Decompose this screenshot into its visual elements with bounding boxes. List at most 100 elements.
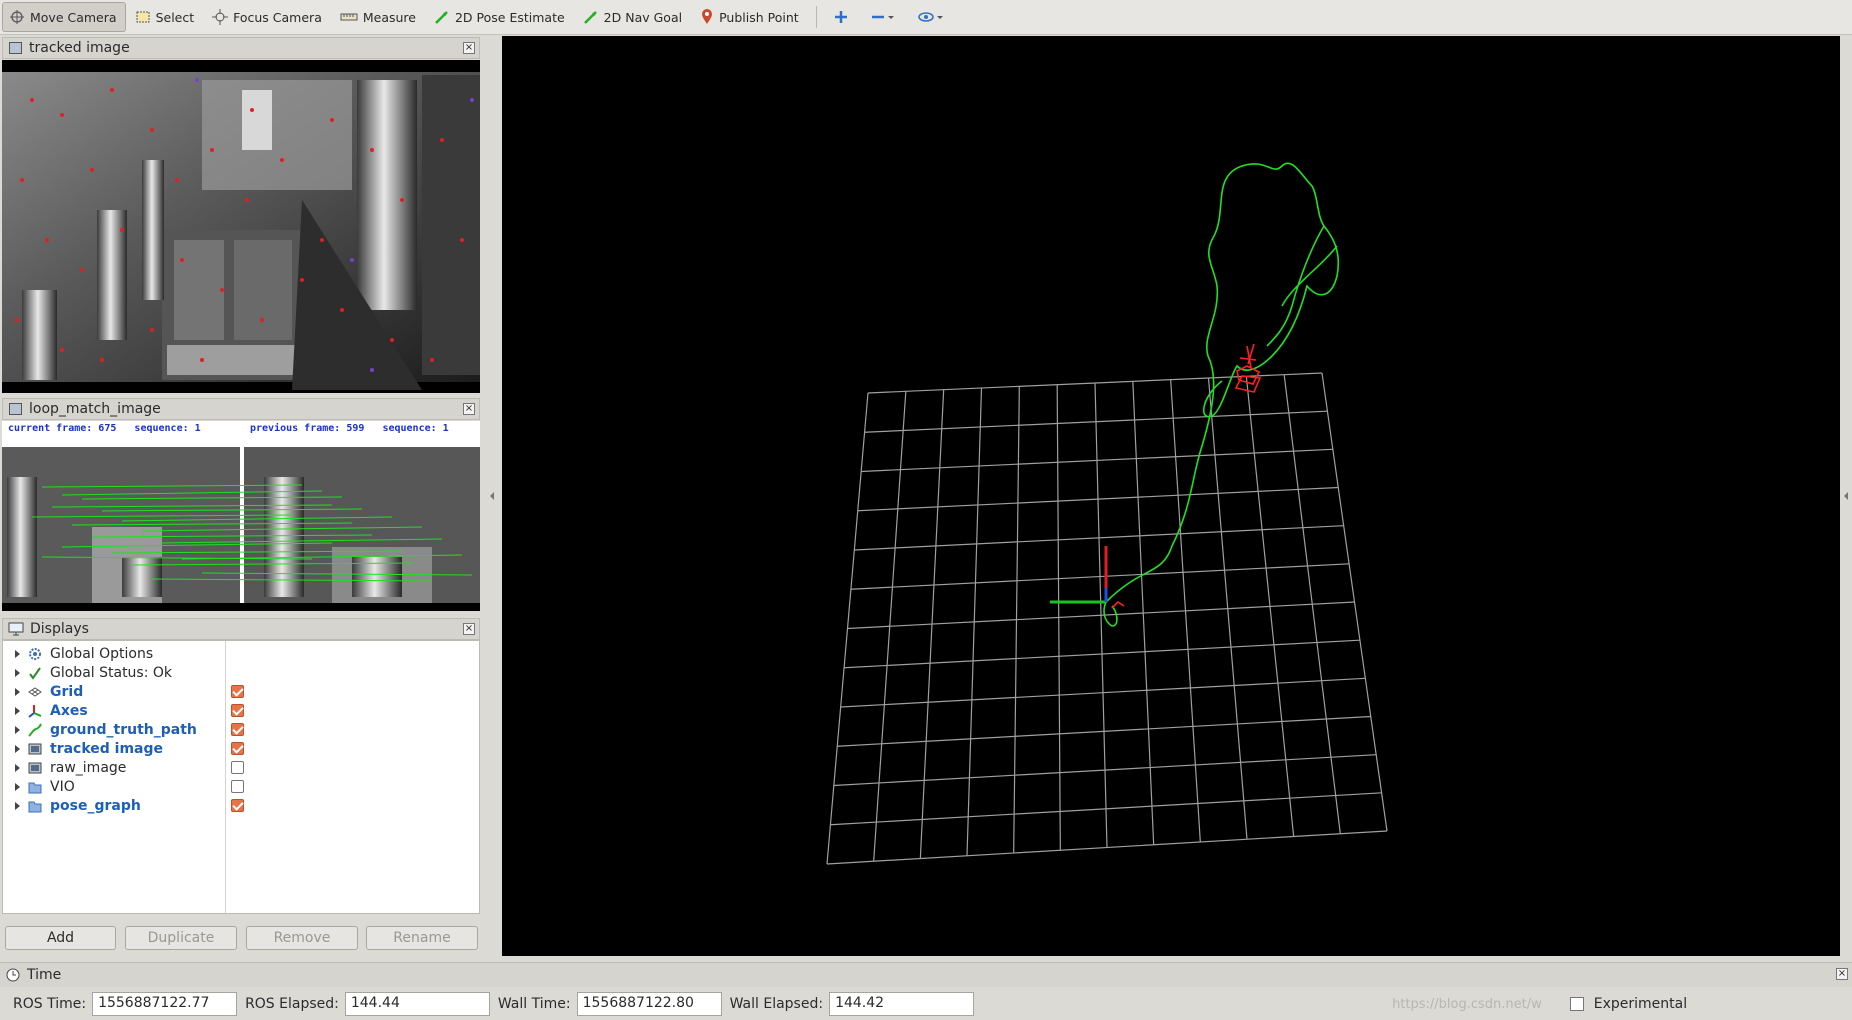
close-icon[interactable]: × [463,42,475,54]
ros-elapsed-field[interactable]: 144.44 [344,992,490,1016]
pose-estimate-tool[interactable]: 2D Pose Estimate [427,2,574,32]
loop-match-view: current frame: 675 sequence: 1 previous … [2,421,480,611]
experimental-label: Experimental [1593,996,1688,1012]
ros-time-field[interactable]: 1556887122.77 [92,992,238,1016]
publish-point-icon [702,9,713,24]
view-menu-button[interactable] [911,2,958,32]
current-frame-label: current frame: 675 sequence: 1 [8,423,201,434]
grid-checkbox[interactable] [231,685,244,698]
remove-tool-icon [871,15,894,19]
tracked-camera-image [2,60,480,393]
expand-arrow-icon[interactable] [15,725,20,734]
measure-tool[interactable]: Measure [333,2,425,32]
expand-arrow-icon[interactable] [15,649,20,658]
display-item-axes[interactable]: Axes [3,701,225,720]
remove-tool-button[interactable] [864,2,909,32]
path-icon [28,723,42,737]
vio-checkbox[interactable] [231,780,244,793]
display-item-label: ground_truth_path [50,721,197,738]
tracked-image-checkbox[interactable] [231,742,244,755]
3d-render-viewport[interactable] [502,36,1840,956]
tool-label: 2D Nav Goal [603,9,683,25]
focus-camera-icon [212,9,229,25]
display-item-global-status[interactable]: Global Status: Ok [3,663,225,682]
tool-label: Publish Point [719,9,799,25]
axes-checkbox[interactable] [231,704,244,717]
pose-graph-keyframes [1111,343,1262,609]
grid-line [1245,376,1295,837]
close-icon[interactable]: × [463,403,475,415]
monitor-icon [8,622,24,636]
duplicate-button[interactable]: Duplicate [125,926,237,950]
add-button[interactable]: Add [5,926,116,950]
gear-icon [28,647,42,661]
display-item-label: Global Options [50,645,154,662]
ground-truth-path-checkbox[interactable] [231,723,244,736]
display-item-raw-image[interactable]: raw_image [3,758,225,777]
remove-button[interactable]: Remove [246,926,358,950]
ground-grid [826,372,1388,865]
publish-point-tool[interactable]: Publish Point [693,2,808,32]
checkmark-icon [28,666,42,680]
add-tool-icon [834,11,847,23]
image-panel-icon [9,403,22,415]
previous-frame-label: previous frame: 599 sequence: 1 [250,423,449,434]
expand-arrow-icon[interactable] [15,744,20,753]
display-item-global-options[interactable]: Global Options [3,644,225,663]
experimental-checkbox[interactable] [1569,997,1584,1011]
display-item-label: Global Status: Ok [50,664,173,681]
nav-goal-tool[interactable]: 2D Nav Goal [576,2,691,32]
splitter-left-arrow-icon[interactable] [490,492,494,500]
raw-image-checkbox[interactable] [231,761,244,774]
expand-arrow-icon[interactable] [15,706,20,715]
add-tool-button[interactable] [827,2,862,32]
nav-goal-icon [583,11,597,24]
move-camera-tool[interactable]: Move Camera [2,2,126,32]
expand-arrow-icon[interactable] [15,801,20,810]
display-item-label: Grid [50,683,84,700]
ros-time-label: ROS Time: [13,996,87,1012]
pose-graph-checkbox[interactable] [231,799,244,812]
measure-icon [340,13,358,21]
loop-match-panel-header: loop_match_image × [2,398,480,420]
rename-button[interactable]: Rename [366,926,478,950]
display-item-pose-graph[interactable]: pose_graph [3,796,225,815]
wall-elapsed-label: Wall Elapsed: [729,996,824,1012]
main-toolbar: Move Camera Select Focus Camera Measure … [0,0,1852,35]
select-icon [136,11,150,23]
expand-arrow-icon[interactable] [15,687,20,696]
display-item-label: raw_image [50,759,127,776]
watermark-text: https://blog.csdn.net/w [1392,996,1542,1012]
display-item-label: VIO [50,778,75,795]
loop-match-image [2,447,480,611]
display-item-ground-truth-path[interactable]: ground_truth_path [3,720,225,739]
image-panel-icon [9,42,22,54]
tracked-image-title: tracked image [29,40,130,56]
axes-icon [28,704,42,718]
expand-arrow-icon[interactable] [15,763,20,772]
grid-icon [28,685,42,699]
pose-estimate-icon [435,11,448,24]
display-item-label: pose_graph [50,797,141,814]
close-icon[interactable]: × [463,623,475,635]
wall-time-field[interactable]: 1556887122.80 [576,992,722,1016]
display-item-grid[interactable]: Grid [3,682,225,701]
expand-arrow-icon[interactable] [15,668,20,677]
display-item-tracked-image[interactable]: tracked image [3,739,225,758]
focus-camera-tool[interactable]: Focus Camera [205,2,331,32]
time-panel-header: Time × [0,962,1852,987]
tool-label: Move Camera [30,9,117,25]
displays-tree: Global Options Global Status: Ok Grid Ax… [2,640,480,914]
display-item-vio[interactable]: VIO [3,777,225,796]
select-tool[interactable]: Select [128,2,204,32]
splitter-right-arrow-icon[interactable] [1844,492,1848,500]
image-icon [28,742,42,756]
close-icon[interactable]: × [1836,968,1848,980]
wall-elapsed-field[interactable]: 144.42 [829,992,975,1016]
scene-canvas [826,162,1388,865]
display-item-label: tracked image [50,740,164,757]
expand-arrow-icon[interactable] [15,782,20,791]
clock-icon [6,968,20,982]
folder-icon [28,799,42,813]
column-divider [225,641,226,913]
